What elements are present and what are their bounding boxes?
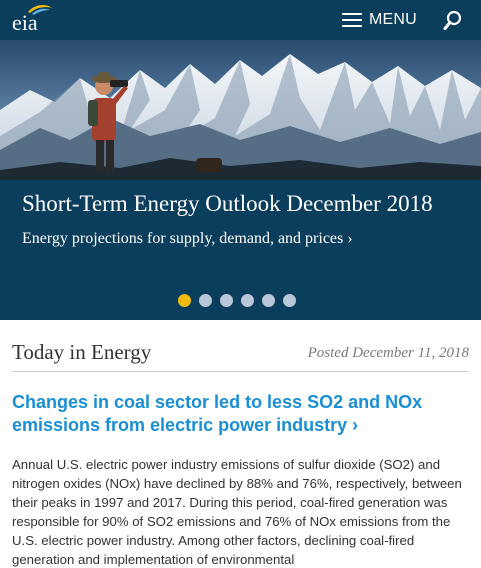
carousel-dot-1[interactable] xyxy=(178,294,191,307)
carousel-subtitle-link[interactable]: Energy projections for supply, demand, a… xyxy=(22,230,353,248)
carousel-dot-4[interactable] xyxy=(241,294,254,307)
logo-text: eia xyxy=(12,10,38,35)
carousel-dot-3[interactable] xyxy=(220,294,233,307)
hamburger-icon xyxy=(342,13,362,27)
menu-button[interactable]: MENU xyxy=(342,10,417,30)
eia-logo[interactable]: eia xyxy=(10,4,54,36)
article-title-link[interactable]: Changes in coal sector led to less SO2 a… xyxy=(12,391,472,437)
carousel-title[interactable]: Short-Term Energy Outlook December 2018 xyxy=(22,191,433,217)
carousel-dot-2[interactable] xyxy=(199,294,212,307)
top-navigation-bar: eia MENU xyxy=(0,0,481,40)
section-divider xyxy=(12,371,469,372)
mountain-hiker-photo xyxy=(0,40,481,180)
carousel-caption: Short-Term Energy Outlook December 2018 … xyxy=(0,180,481,320)
search-icon xyxy=(443,10,462,30)
section-heading: Today in Energy xyxy=(12,340,152,364)
menu-label: MENU xyxy=(369,11,417,28)
search-button[interactable] xyxy=(442,10,464,32)
posted-date: Posted December 11, 2018 xyxy=(307,345,469,361)
carousel-pagination xyxy=(178,294,304,307)
carousel-dot-5[interactable] xyxy=(262,294,275,307)
article-summary: Annual U.S. electric power industry emis… xyxy=(12,457,462,567)
carousel-image[interactable] xyxy=(0,40,481,180)
carousel-dot-6[interactable] xyxy=(283,294,296,307)
